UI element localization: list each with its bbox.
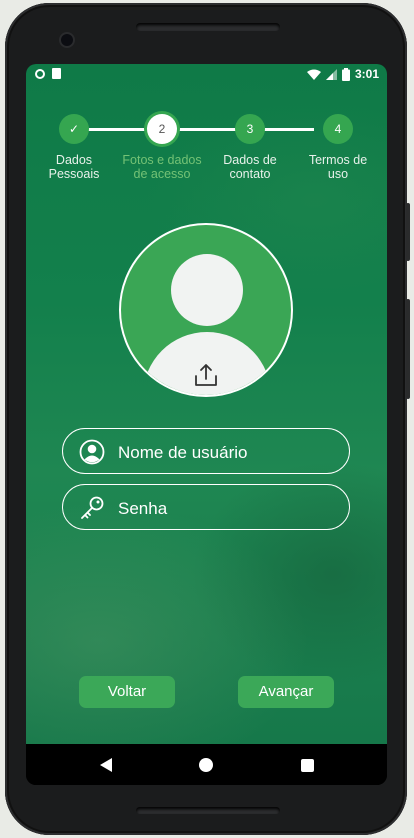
sd-card-icon <box>52 68 61 79</box>
step-4-circle: 4 <box>323 114 353 144</box>
username-placeholder: Nome de usuário <box>118 443 248 462</box>
power-button <box>406 203 410 261</box>
upload-icon[interactable] <box>193 362 219 388</box>
stepper-track <box>74 128 314 131</box>
step-1-circle: ✓ <box>59 114 89 144</box>
password-placeholder: Senha <box>118 499 168 518</box>
bottom-speaker <box>136 807 280 814</box>
next-button[interactable]: Avançar <box>238 676 334 708</box>
status-bar: 3:01 <box>26 64 387 86</box>
wifi-icon <box>306 69 321 80</box>
screen: 3:01 ✓ 2 3 4 Dados Pessoais Fotos e dado <box>26 64 387 785</box>
step-2-circle: 2 <box>147 114 177 144</box>
nav-recents-icon[interactable] <box>301 759 314 772</box>
android-nav-bar <box>26 744 387 785</box>
volume-buttons <box>406 299 410 399</box>
checkmark-icon: ✓ <box>68 122 80 136</box>
cell-signal-icon <box>325 68 337 80</box>
signup-screen: 3:01 ✓ 2 3 4 Dados Pessoais Fotos e dado <box>26 64 387 744</box>
step-3-label: Dados de contato <box>223 153 277 181</box>
front-camera <box>61 34 73 46</box>
profile-photo-picker[interactable] <box>119 223 293 397</box>
nav-back-icon[interactable] <box>100 758 112 772</box>
password-field[interactable]: Senha <box>62 484 350 530</box>
username-field[interactable]: Nome de usuário <box>62 428 350 474</box>
top-speaker <box>136 23 280 31</box>
nav-home-icon[interactable] <box>199 758 213 772</box>
progress-stepper: ✓ 2 3 4 Dados Pessoais Fotos e dados de … <box>26 114 387 194</box>
step-2-label: Fotos e dados de acesso <box>122 153 202 181</box>
battery-icon <box>341 67 350 81</box>
avatar-head <box>171 254 243 326</box>
back-button[interactable]: Voltar <box>79 676 175 708</box>
status-time: 3:01 <box>354 67 379 81</box>
key-icon <box>81 496 104 519</box>
step-3-circle: 3 <box>235 114 265 144</box>
step-4-label: Termos de uso <box>308 153 368 181</box>
notification-circle-icon <box>35 68 45 79</box>
step-1-label: Dados Pessoais <box>48 153 100 181</box>
user-circle-icon <box>79 439 105 465</box>
